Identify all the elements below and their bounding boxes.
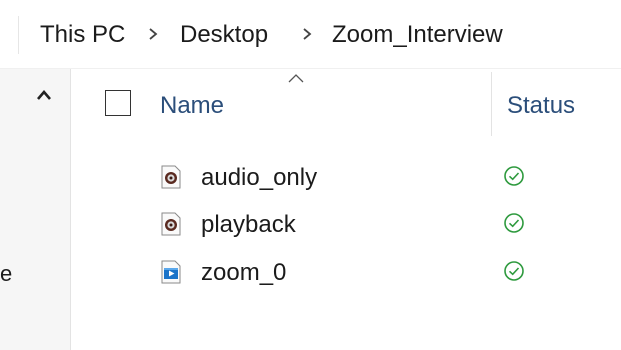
synced-check-icon [503,260,525,282]
breadcrumb-this-pc[interactable]: This PC [40,20,125,50]
video-file-icon [161,260,181,284]
breadcrumb-zoom-interview[interactable]: Zoom_Interview [332,20,503,50]
file-name[interactable]: zoom_0 [201,258,286,288]
audio-file-icon [161,165,181,189]
breadcrumb-edge [0,16,19,54]
column-header-status[interactable]: Status [507,91,575,121]
navigation-pane-clipped-text: e [0,261,13,286]
file-row[interactable]: audio_only [150,157,590,201]
synced-check-icon [503,212,525,234]
file-name[interactable]: playback [201,210,296,240]
file-name[interactable]: audio_only [201,163,317,193]
sort-ascending-icon [286,71,306,83]
column-header-name[interactable]: Name [160,91,224,121]
select-all-checkbox[interactable] [105,90,131,116]
breadcrumb-desktop[interactable]: Desktop [180,20,268,50]
breadcrumb: This PC Desktop Zoom_Interview [0,0,621,69]
file-row[interactable]: playback [150,204,590,248]
file-explorer-window: This PC Desktop Zoom_Interview e Name St… [0,0,621,350]
navigation-pane [0,69,71,350]
scroll-up-icon[interactable] [36,88,52,102]
file-row[interactable]: zoom_0 [150,252,590,296]
chevron-right-icon[interactable] [300,27,314,41]
chevron-right-icon[interactable] [146,27,160,41]
column-divider[interactable] [491,72,492,136]
audio-file-icon [161,212,181,236]
synced-check-icon [503,165,525,187]
